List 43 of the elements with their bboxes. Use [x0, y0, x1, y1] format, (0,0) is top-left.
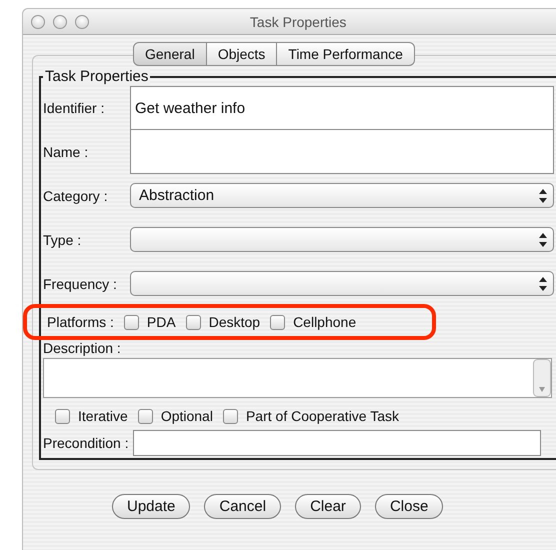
dialog-button[interactable]: Clear: [295, 494, 361, 519]
field-label: Category :: [43, 188, 109, 204]
scrollbar-icon: [533, 359, 551, 397]
checkbox-label: Cellphone: [293, 314, 356, 330]
field-label: Description :: [43, 340, 121, 356]
stepper-icon: [537, 188, 549, 204]
checkbox[interactable]: [55, 408, 70, 424]
field-label: Platforms :: [47, 314, 114, 330]
dialog-button[interactable]: Cancel: [204, 494, 282, 519]
dropdown[interactable]: [130, 271, 554, 296]
field-label: Type :: [43, 232, 82, 248]
tab[interactable]: Objects: [206, 42, 278, 66]
checkbox[interactable]: [222, 408, 238, 424]
checkbox[interactable]: [186, 314, 201, 330]
tab[interactable]: General: [133, 42, 207, 66]
checkbox-label: Iterative: [78, 408, 128, 424]
text-area[interactable]: [43, 358, 552, 398]
window-control-icon[interactable]: [75, 14, 89, 28]
checkbox[interactable]: [124, 314, 139, 330]
stepper-icon: [537, 232, 549, 248]
stepper-icon: [537, 276, 549, 292]
checkbox[interactable]: [270, 314, 286, 330]
tab[interactable]: Time Performance: [277, 42, 415, 66]
dropdown[interactable]: Abstraction: [130, 183, 554, 208]
checkbox-label: Optional: [160, 408, 213, 424]
window-title: Task Properties: [250, 14, 346, 30]
group-title: Task Properties: [43, 68, 150, 85]
checkbox[interactable]: [138, 408, 153, 424]
field-label: Name :: [43, 144, 90, 160]
window-control-icon[interactable]: [31, 14, 45, 28]
checkbox-label: PDA: [146, 314, 176, 330]
field-label: Precondition :: [43, 435, 129, 451]
checkbox-label: Part of Cooperative Task: [246, 408, 400, 424]
dialog-button[interactable]: Close: [374, 494, 444, 519]
field-label: Frequency :: [43, 276, 118, 292]
dialog-button[interactable]: Update: [112, 494, 190, 519]
input-field[interactable]: Get weather info: [130, 86, 554, 130]
dropdown[interactable]: [130, 227, 554, 252]
field-label: Identifier :: [43, 100, 106, 116]
checkbox-label: Desktop: [208, 314, 260, 330]
window-control-icon[interactable]: [53, 14, 67, 28]
input-field[interactable]: [132, 430, 541, 456]
input-field[interactable]: [130, 130, 554, 174]
